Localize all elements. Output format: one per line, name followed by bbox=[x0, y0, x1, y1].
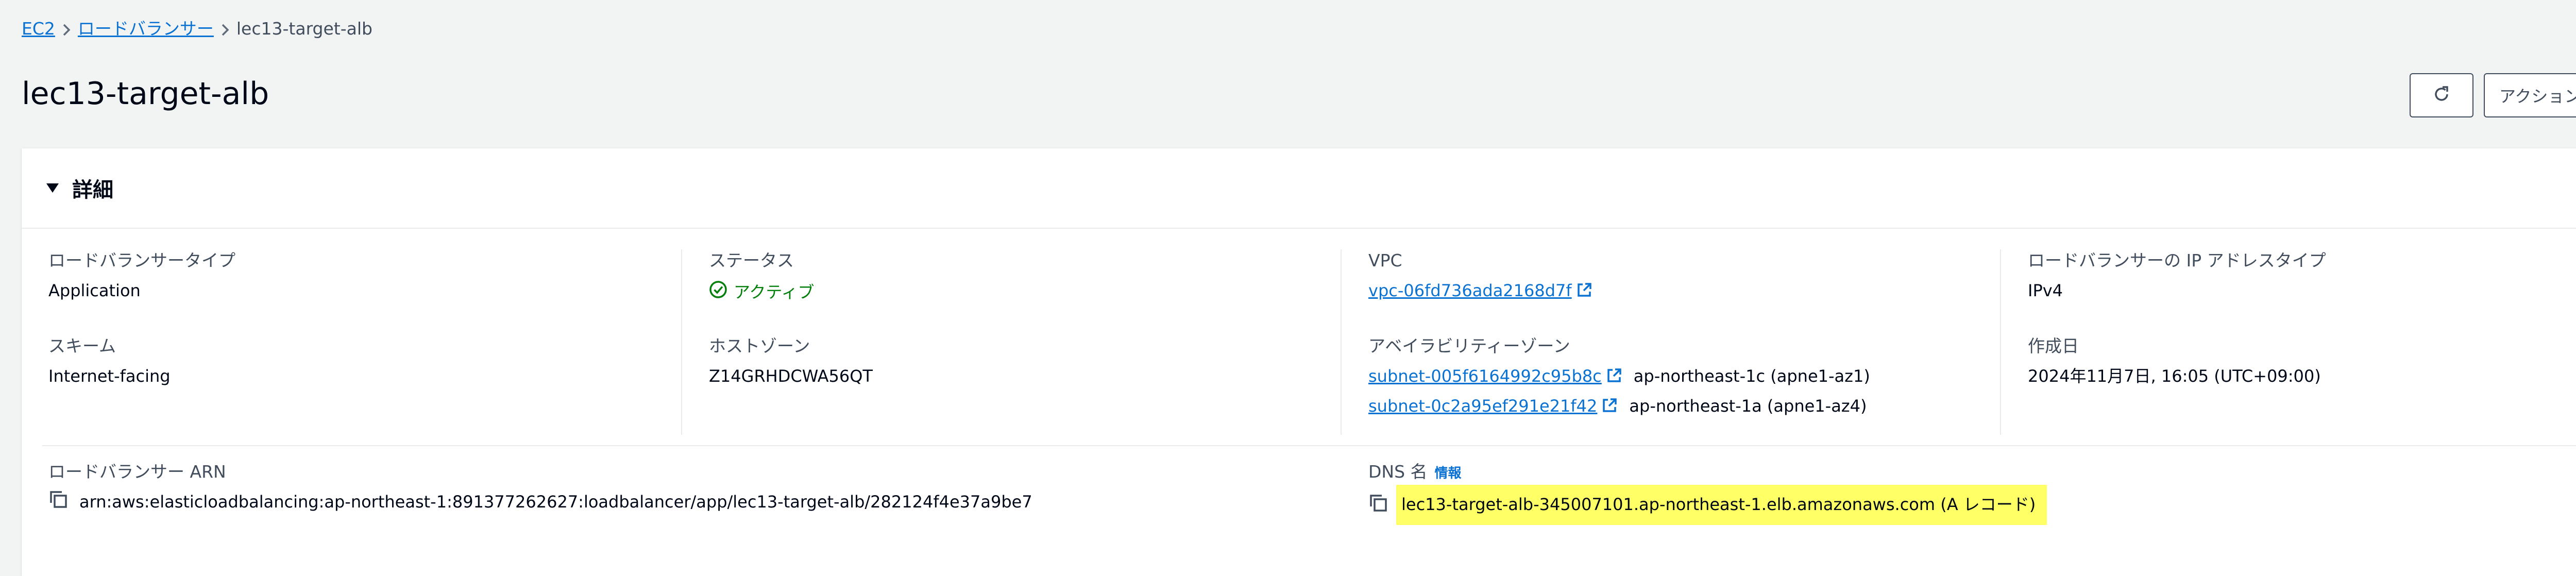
lb-type-label: ロードバランサータイプ bbox=[48, 250, 235, 270]
arn-value: arn:aws:elasticloadbalancing:ap-northeas… bbox=[79, 492, 1032, 512]
subnet-link[interactable]: subnet-0c2a95ef291e21f42 bbox=[1368, 396, 1597, 416]
az-row-2: subnet-0c2a95ef291e21f42 ap-northeast-1a … bbox=[1368, 396, 1870, 418]
dns-value-row: lec13-target-alb-345007101.ap-northeast-… bbox=[1368, 485, 2047, 525]
dns-info-link[interactable]: 情報 bbox=[1435, 466, 1462, 481]
lb-type-field: ロードバランサータイプ Application bbox=[48, 250, 235, 301]
dns-field: DNS 名情報 lec13-target-alb-345007101.ap-no… bbox=[1368, 462, 2047, 525]
status-value: アクティブ bbox=[734, 282, 815, 302]
ip-type-field: ロードバランサーの IP アドレスタイプ IPv4 bbox=[2028, 250, 2326, 301]
external-link-icon[interactable] bbox=[1606, 367, 1622, 388]
az-field: アベイラビリティーゾーン subnet-005f6164992c95b8c ap-… bbox=[1368, 336, 1870, 418]
breadcrumb-load-balancers-link[interactable]: ロードバランサー bbox=[78, 19, 214, 39]
actions-dropdown-button[interactable]: アクション ▼ bbox=[2484, 73, 2576, 117]
scheme-label: スキーム bbox=[48, 336, 116, 356]
details-section-toggle[interactable]: 詳細 bbox=[22, 148, 2576, 229]
page-title: lec13-target-alb bbox=[22, 76, 269, 112]
scheme-value: Internet-facing bbox=[48, 366, 171, 386]
hosted-zone-label: ホストゾーン bbox=[709, 336, 810, 356]
details-section-title: 詳細 bbox=[72, 178, 113, 202]
dns-value: lec13-target-alb-345007101.ap-northeast-… bbox=[1396, 485, 2047, 525]
actions-label: アクション bbox=[2499, 87, 2576, 106]
arn-label: ロードバランサー ARN bbox=[48, 462, 226, 482]
refresh-icon bbox=[2431, 84, 2452, 107]
status-label: ステータス bbox=[709, 250, 794, 270]
arn-field: ロードバランサー ARN arn:aws:elasticloadbalancin… bbox=[48, 462, 1032, 514]
breadcrumb-current: lec13-target-alb bbox=[236, 19, 372, 39]
column-divider bbox=[2000, 249, 2001, 435]
created-field: 作成日 2024年11月7日, 16:05 (UTC+09:00) bbox=[2028, 336, 2321, 386]
scheme-field: スキーム Internet-facing bbox=[48, 336, 171, 386]
column-divider bbox=[681, 249, 682, 435]
vpc-label: VPC bbox=[1368, 250, 1402, 270]
details-panel: 詳細 ロードバランサータイプ Application スキーム Internet… bbox=[22, 148, 2576, 576]
az-label: アベイラビリティーゾーン bbox=[1368, 336, 1570, 356]
status-field: ステータス アクティブ bbox=[709, 250, 814, 303]
header-actions: アクション ▼ bbox=[2410, 73, 2576, 117]
created-label: 作成日 bbox=[2028, 336, 2079, 356]
dns-label-row: DNS 名情報 bbox=[1368, 462, 2047, 484]
column-divider bbox=[1341, 249, 1342, 435]
breadcrumb-ec2-link[interactable]: EC2 bbox=[22, 19, 55, 39]
hosted-zone-value: Z14GRHDCWA56QT bbox=[709, 366, 873, 386]
ip-type-label: ロードバランサーの IP アドレスタイプ bbox=[2028, 250, 2326, 270]
created-value: 2024年11月7日, 16:05 (UTC+09:00) bbox=[2028, 366, 2321, 386]
dns-label: DNS 名 bbox=[1368, 462, 1428, 482]
external-link-icon[interactable] bbox=[1601, 397, 1618, 418]
status-value-row: アクティブ bbox=[709, 280, 814, 303]
lb-type-value: Application bbox=[48, 281, 141, 300]
external-link-icon[interactable] bbox=[1576, 282, 1592, 303]
copy-icon[interactable] bbox=[1368, 493, 1388, 517]
vpc-value-row: vpc-06fd736ada2168d7f bbox=[1368, 280, 1592, 303]
az-zone-text: ap-northeast-1c (apne1-az1) bbox=[1633, 366, 1870, 386]
copy-icon[interactable] bbox=[48, 489, 68, 514]
az-row-1: subnet-005f6164992c95b8c ap-northeast-1c … bbox=[1368, 366, 1870, 388]
row-divider bbox=[42, 445, 2576, 446]
arn-value-row: arn:aws:elasticloadbalancing:ap-northeas… bbox=[48, 489, 1032, 514]
ip-type-value: IPv4 bbox=[2028, 281, 2063, 300]
refresh-button[interactable] bbox=[2410, 73, 2473, 117]
chevron-right-icon bbox=[55, 19, 78, 39]
vpc-field: VPC vpc-06fd736ada2168d7f bbox=[1368, 250, 1592, 303]
check-circle-icon bbox=[709, 280, 734, 303]
chevron-right-icon bbox=[214, 19, 236, 39]
subnet-link[interactable]: subnet-005f6164992c95b8c bbox=[1368, 366, 1602, 386]
vpc-link[interactable]: vpc-06fd736ada2168d7f bbox=[1368, 281, 1572, 300]
hosted-zone-field: ホストゾーン Z14GRHDCWA56QT bbox=[709, 336, 873, 386]
az-zone-text: ap-northeast-1a (apne1-az4) bbox=[1629, 396, 1867, 416]
breadcrumb: EC2 ロードバランサー lec13-target-alb bbox=[22, 19, 372, 39]
caret-down-icon bbox=[46, 183, 59, 193]
